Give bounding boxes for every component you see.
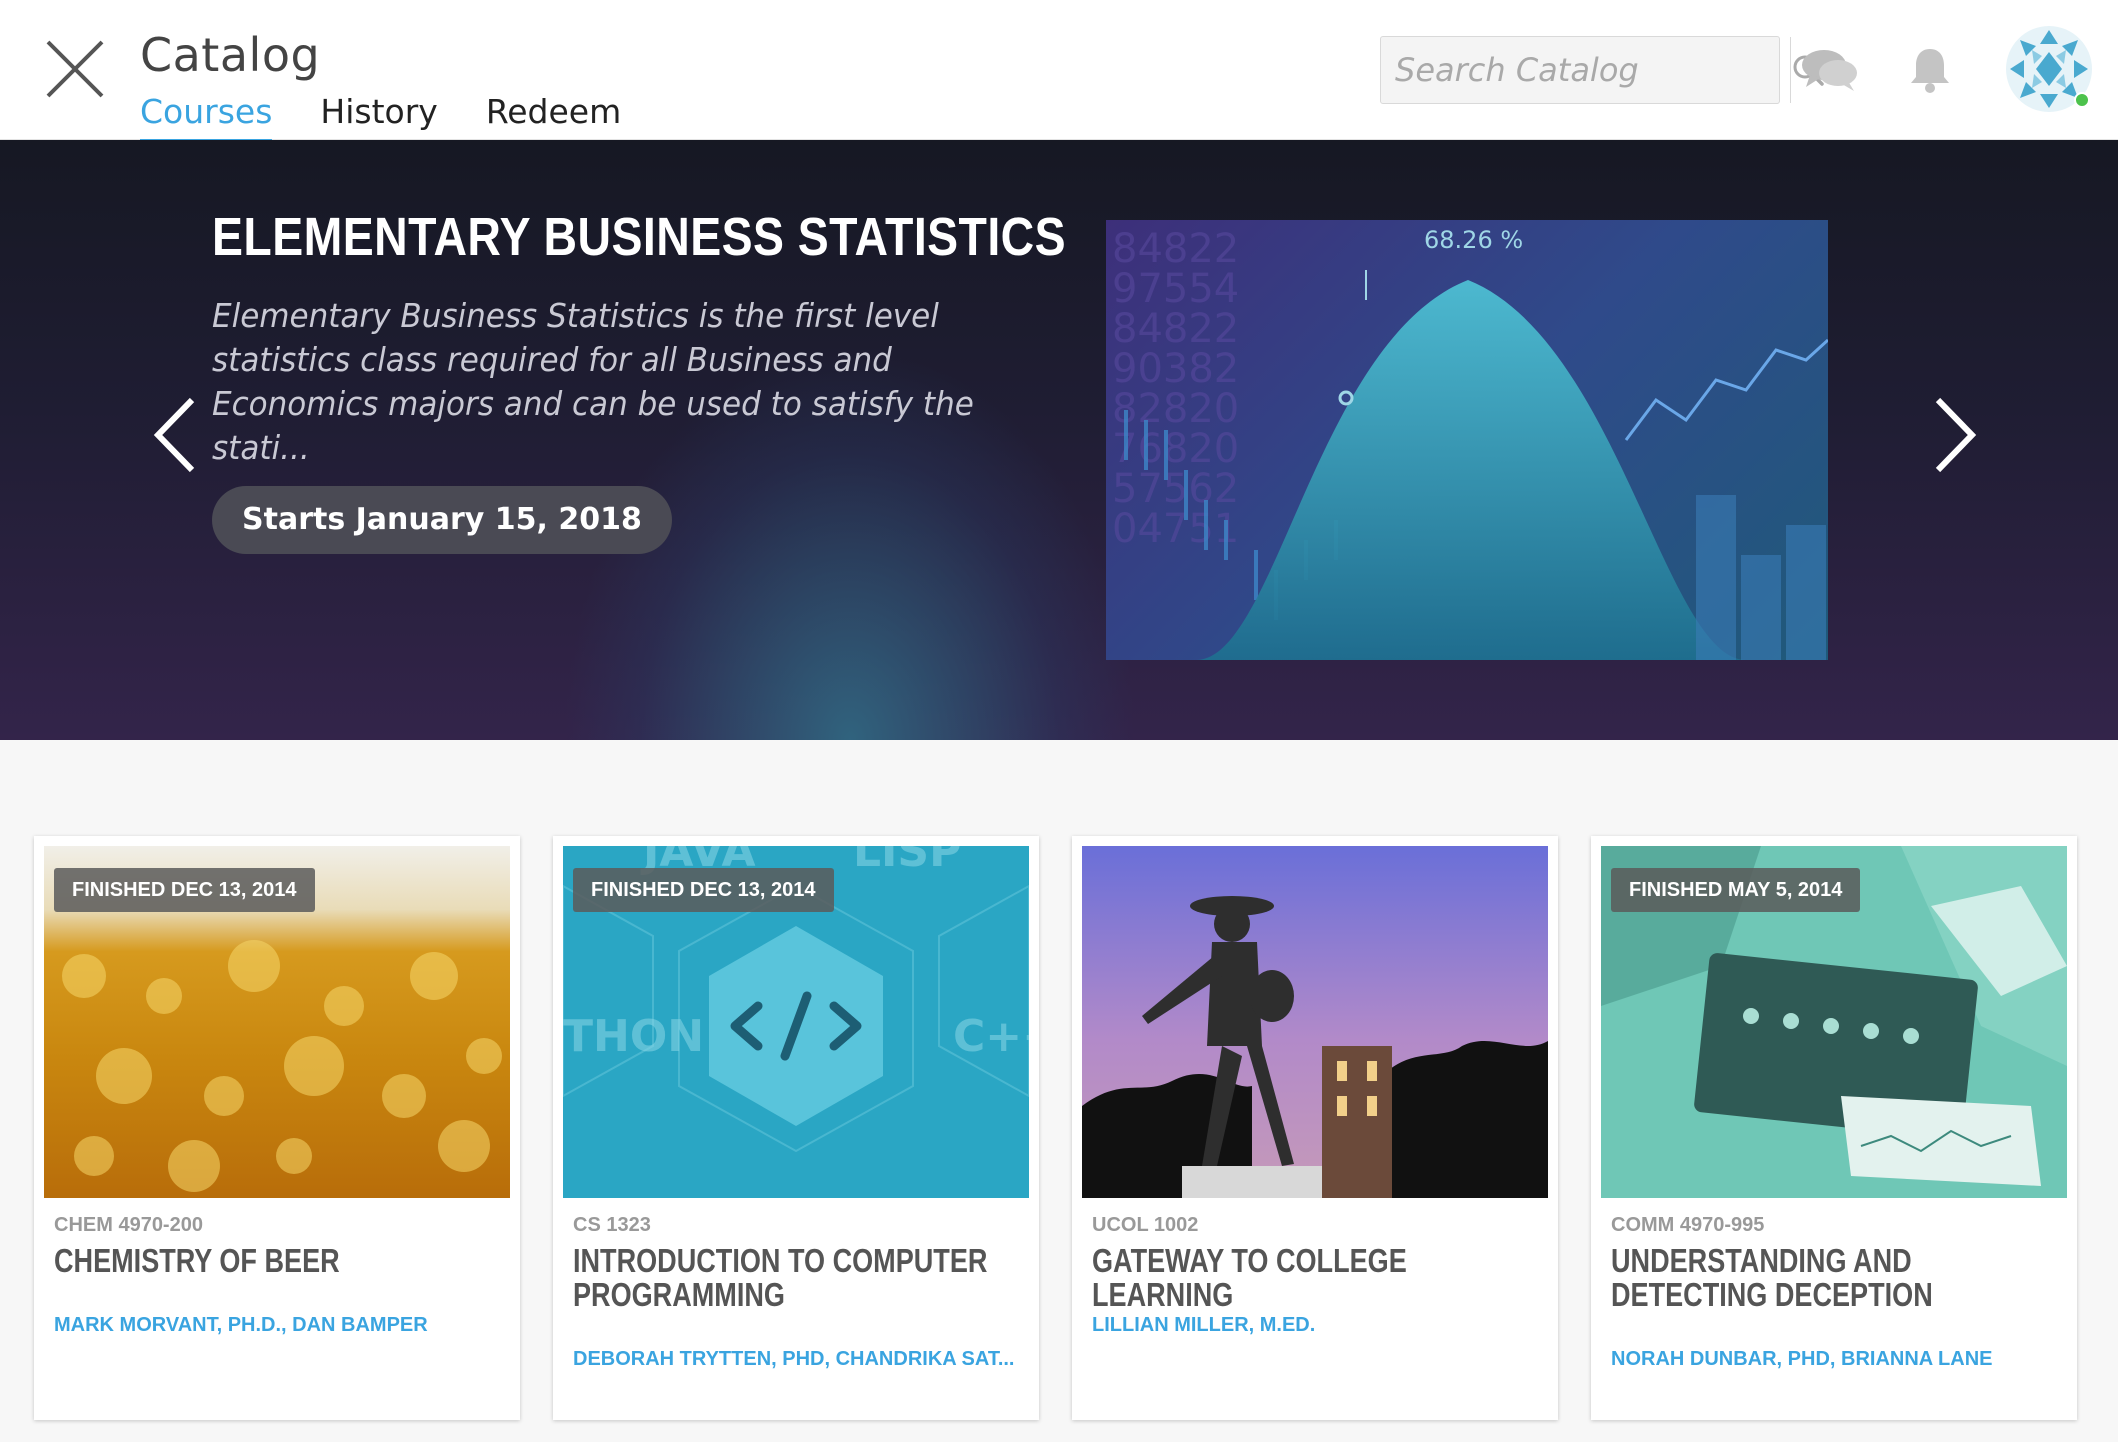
chart-percent-label: 68.26 % (1424, 226, 1523, 254)
bell-icon[interactable] (1900, 40, 1960, 100)
course-image: FINISHED MAY 5, 2014 (1601, 846, 2067, 1198)
status-badge: FINISHED DEC 13, 2014 (54, 868, 315, 912)
course-code: UCOL 1002 (1092, 1214, 1199, 1236)
search-box (1380, 36, 1824, 104)
course-image: FINISHED DEC 13, 2014 (44, 846, 510, 1198)
course-image (1082, 846, 1548, 1198)
tab-redeem[interactable]: Redeem (486, 92, 621, 143)
tab-courses[interactable]: Courses (140, 92, 273, 143)
svg-text:C++: C++ (953, 1011, 1029, 1062)
status-badge: FINISHED MAY 5, 2014 (1611, 868, 1861, 912)
course-title[interactable]: UNDERSTANDING AND DETECTING DECEPTION (1611, 1244, 2054, 1312)
course-card[interactable]: FINISHED MAY 5, 2014 COMM 4970-995 UNDER… (1591, 836, 2077, 1420)
course-list: FINISHED DEC 13, 2014 CHEM 4970-200 CHEM… (34, 836, 2077, 1420)
course-instructors: NORAH DUNBAR, PHD, BRIANNA LANE (1611, 1348, 1993, 1370)
featured-course-title[interactable]: ELEMENTARY BUSINESS STATISTICS (212, 206, 1066, 268)
top-bar: Catalog Courses History Redeem (0, 0, 2118, 143)
course-instructors: LILLIAN MILLER, M.ED. (1092, 1314, 1316, 1336)
tab-bar: Courses History Redeem (140, 92, 621, 143)
course-title[interactable]: GATEWAY TO COLLEGE LEARNING (1092, 1244, 1535, 1312)
course-code: CS 1323 (573, 1214, 651, 1236)
featured-course-image: 84822 97554 84822 90382 82820 76820 57562 047… (1106, 220, 1828, 660)
online-status-dot (2074, 92, 2090, 108)
course-card[interactable]: FINISHED DEC 13, 2014 CHEM 4970-200 CHEM… (34, 836, 520, 1420)
course-title[interactable]: INTRODUCTION TO COMPUTER PROGRAMMING (573, 1244, 1016, 1312)
course-title[interactable]: CHEMISTRY OF BEER (54, 1244, 497, 1278)
course-card[interactable]: UCOL 1002 GATEWAY TO COLLEGE LEARNING LI… (1072, 836, 1558, 1420)
course-card[interactable]: JAVALISP THONC++ FINISHED DEC 13, 2014 C… (553, 836, 1039, 1420)
course-code: COMM 4970-995 (1611, 1214, 1765, 1236)
course-code: CHEM 4970-200 (54, 1214, 203, 1236)
status-badge: FINISHED DEC 13, 2014 (573, 868, 834, 912)
course-image: JAVALISP THONC++ FINISHED DEC 13, 2014 (563, 846, 1029, 1198)
close-icon[interactable] (40, 34, 110, 104)
featured-course-banner[interactable]: ELEMENTARY BUSINESS STATISTICS Elementar… (0, 140, 2118, 740)
chevron-right-icon[interactable] (1920, 380, 1990, 490)
course-instructors: DEBORAH TRYTTEN, PHD, CHANDRIKA SAT... (573, 1348, 1015, 1370)
search-input[interactable] (1381, 37, 1790, 103)
svg-text:04751: 04751 (1112, 506, 1239, 552)
chat-icon[interactable] (1800, 40, 1860, 100)
course-instructors: MARK MORVANT, PH.D., DAN BAMPER (54, 1314, 428, 1336)
svg-text:THON: THON (563, 1011, 704, 1062)
svg-text:LISP: LISP (853, 846, 961, 877)
chevron-left-icon[interactable] (140, 380, 210, 490)
featured-course-description: Elementary Business Statistics is the fi… (212, 296, 974, 467)
page-title: Catalog (140, 28, 321, 82)
tab-history[interactable]: History (320, 92, 437, 143)
featured-course-start-button[interactable]: Starts January 15, 2018 (212, 486, 672, 554)
